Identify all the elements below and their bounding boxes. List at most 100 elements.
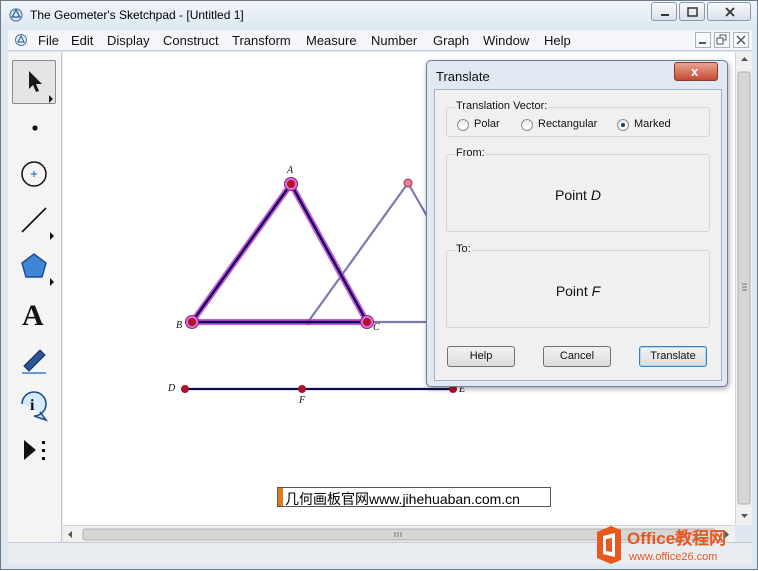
- text-tool[interactable]: A: [12, 290, 56, 334]
- compass-tool[interactable]: [12, 152, 56, 196]
- svg-text:A: A: [22, 299, 44, 332]
- app-window: The Geometer's Sketchpad - [Untitled 1] …: [0, 0, 758, 570]
- point-d[interactable]: [181, 385, 189, 393]
- menu-number[interactable]: Number: [371, 33, 417, 48]
- menu-measure[interactable]: Measure: [306, 33, 357, 48]
- close-window-button[interactable]: [707, 2, 751, 21]
- menu-construct[interactable]: Construct: [163, 33, 219, 48]
- segment-icon: [21, 207, 54, 240]
- radio-circle-selected: [617, 119, 629, 131]
- triangle-selection-highlight: [189, 181, 370, 325]
- point-tool[interactable]: [12, 106, 56, 150]
- menu-graph[interactable]: Graph: [433, 33, 469, 48]
- menu-edit[interactable]: Edit: [71, 33, 93, 48]
- polygon-icon: [21, 253, 54, 286]
- maximize-button[interactable]: [679, 2, 705, 21]
- polygon-tool[interactable]: [12, 244, 56, 288]
- point-b[interactable]: [188, 318, 196, 326]
- from-point-prefix: Point: [555, 187, 591, 203]
- document-icon[interactable]: [14, 33, 28, 47]
- menu-window[interactable]: Window: [483, 33, 529, 48]
- label-point-f[interactable]: F: [299, 395, 305, 406]
- text-a-icon: A: [22, 299, 44, 332]
- to-point-prefix: Point: [555, 283, 592, 299]
- menu-file[interactable]: File: [38, 33, 59, 48]
- watermark-text: 几何画板官网www.jihehuaban.com.cn: [285, 491, 520, 507]
- radio-rectangular-label: Rectangular: [538, 118, 598, 130]
- cancel-button[interactable]: Cancel: [543, 346, 611, 367]
- label-point-a[interactable]: A: [287, 165, 293, 176]
- radio-circle: [521, 119, 533, 131]
- menu-display[interactable]: Display: [107, 33, 150, 48]
- compass-circle-icon: [21, 161, 47, 187]
- from-point-value: Point D: [447, 187, 709, 203]
- radio-marked-label: Marked: [634, 118, 671, 130]
- dialog-body: Translation Vector: Polar Rectangular Ma…: [434, 89, 722, 381]
- point-a[interactable]: [287, 180, 295, 188]
- information-icon: i: [21, 391, 49, 422]
- minimize-button[interactable]: [651, 2, 677, 21]
- scroll-down-icon: [741, 514, 748, 518]
- to-legend: To:: [455, 243, 472, 255]
- translated-segment-right: [407, 182, 429, 219]
- minimize-icon: [699, 42, 706, 44]
- to-group: To: Point F: [446, 243, 710, 328]
- restore-icon: [687, 7, 698, 17]
- translate-dialog: Translate x Translation Vector: Polar Re…: [426, 60, 728, 387]
- label-point-d[interactable]: D: [168, 383, 175, 394]
- window-title: The Geometer's Sketchpad - [Untitled 1]: [30, 8, 244, 22]
- help-button[interactable]: Help: [447, 346, 515, 367]
- from-legend: From:: [455, 147, 486, 159]
- title-bar: The Geometer's Sketchpad - [Untitled 1]: [1, 1, 757, 30]
- vertical-scrollbar[interactable]: [735, 52, 752, 525]
- close-icon: [725, 7, 735, 17]
- radio-polar-label: Polar: [474, 118, 500, 130]
- close-icon: [736, 35, 746, 45]
- radio-selected-dot: [621, 123, 625, 127]
- minimize-icon: [661, 14, 669, 16]
- office26-logo: Office教程网 www.office26.com: [593, 522, 757, 568]
- logo-brand-text: Office教程网: [627, 528, 726, 548]
- label-point-b[interactable]: B: [176, 320, 182, 331]
- translation-vector-legend: Translation Vector:: [455, 100, 549, 112]
- from-group: From: Point D: [446, 147, 710, 232]
- mdi-close-button[interactable]: [733, 32, 749, 48]
- dialog-title: Translate: [436, 69, 490, 84]
- caption-accent-bar: [278, 488, 283, 506]
- vertical-scrollbar-graphics: [737, 57, 751, 518]
- restore-icon: [716, 34, 727, 45]
- scroll-left-icon: [68, 531, 72, 538]
- marker-pen-icon: [22, 349, 46, 374]
- translation-vector-group: Translation Vector: Polar Rectangular Ma…: [446, 100, 710, 137]
- radio-circle: [457, 119, 469, 131]
- mdi-minimize-button[interactable]: [695, 32, 711, 48]
- office-logo-graphic: Office教程网 www.office26.com: [597, 526, 726, 564]
- information-tool[interactable]: i: [12, 382, 56, 426]
- point-f[interactable]: [298, 385, 306, 393]
- close-icon: x: [691, 64, 699, 79]
- svg-text:i: i: [30, 397, 35, 414]
- translated-point-apex[interactable]: [403, 178, 413, 188]
- play-custom-tools-icon: [24, 440, 45, 460]
- label-point-c[interactable]: C: [373, 322, 380, 333]
- straightedge-tool[interactable]: [12, 198, 56, 242]
- menu-help[interactable]: Help: [544, 33, 571, 48]
- menu-transform[interactable]: Transform: [232, 33, 291, 48]
- from-point-name: D: [590, 187, 601, 203]
- scroll-up-icon: [741, 57, 748, 61]
- watermark-caption: 几何画板官网www.jihehuaban.com.cn: [277, 487, 551, 507]
- to-point-name: F: [591, 283, 601, 299]
- custom-tools[interactable]: [12, 428, 56, 472]
- marker-tool[interactable]: [12, 336, 56, 380]
- mdi-restore-button[interactable]: [714, 32, 730, 48]
- point-icon: [32, 125, 38, 131]
- arrow-select-tool[interactable]: [12, 60, 56, 104]
- translate-button[interactable]: Translate: [639, 346, 707, 367]
- toolbox: A i: [8, 52, 62, 542]
- arrow-cursor-icon: [29, 71, 53, 103]
- dialog-close-button[interactable]: x: [674, 62, 718, 81]
- point-c[interactable]: [363, 318, 371, 326]
- menu-bar: File Edit Display Construct Transform Me…: [8, 30, 752, 51]
- sketchpad-app-icon: [9, 8, 23, 22]
- logo-url-text: www.office26.com: [628, 551, 717, 563]
